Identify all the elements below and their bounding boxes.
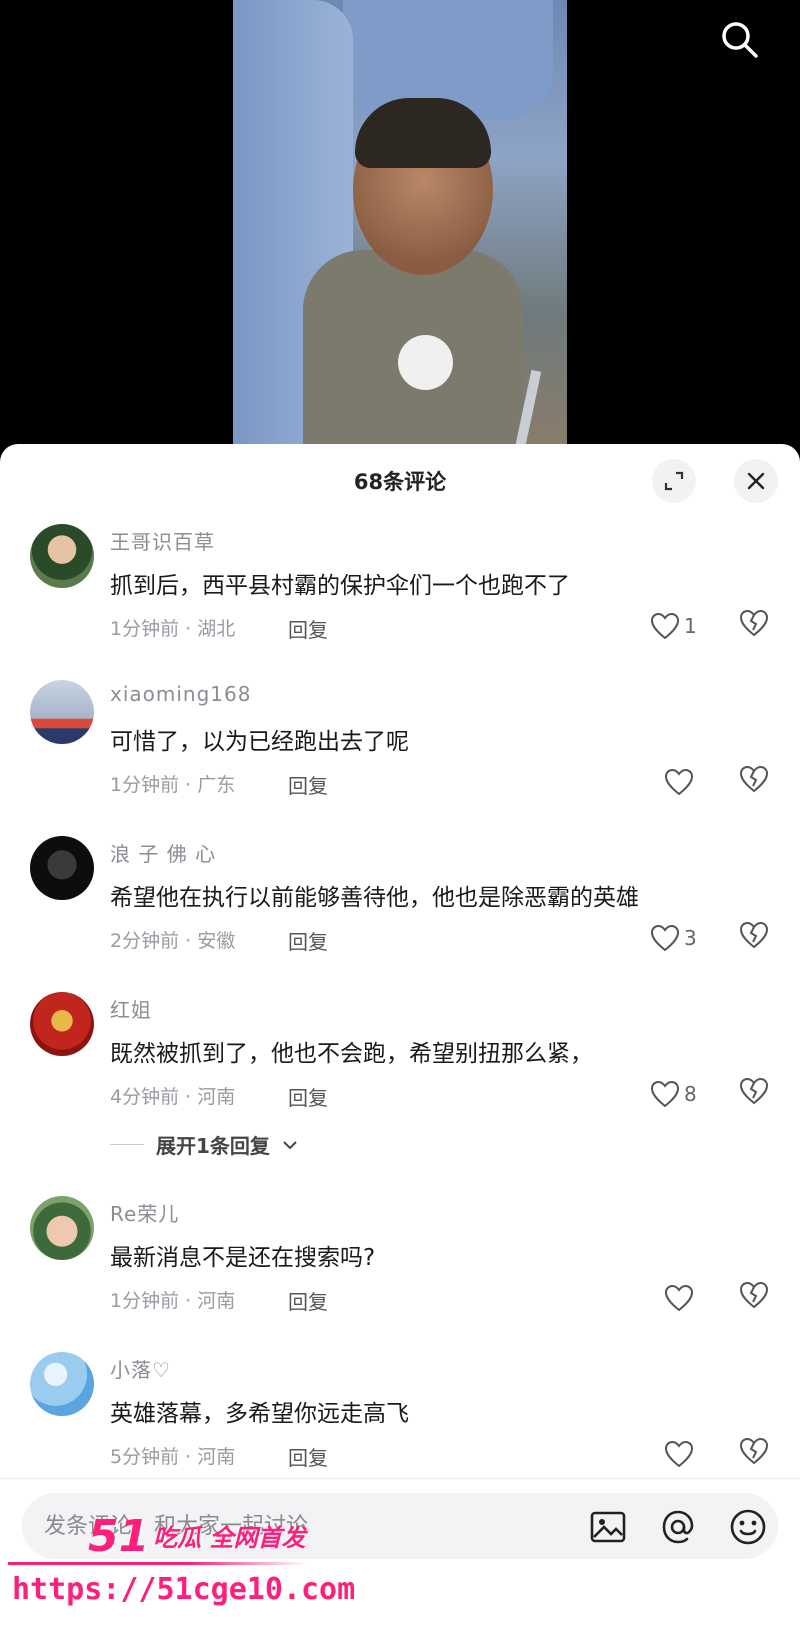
comment-text: 希望他在执行以前能够善待他，他也是除恶霸的英雄 (110, 885, 639, 911)
comment-meta: 1分钟前 · 河南 (110, 1290, 236, 1312)
watermark-brand: 51 吃瓜 全网首发 (88, 1515, 306, 1559)
expand-icon (664, 471, 684, 491)
sheet-header: 68条评论 (0, 444, 800, 516)
close-button[interactable] (734, 459, 778, 503)
comment-meta: 1分钟前 · 广东 (110, 774, 236, 796)
comment-meta: 1分钟前 · 湖北 (110, 618, 236, 640)
comment-text: 既然被抓到了，他也不会跑，希望别扭那么紧， (110, 1041, 593, 1067)
video-frame (233, 0, 567, 450)
dislike-button[interactable] (738, 608, 774, 644)
comment-sheet: 68条评论 王哥识百草 抓到后，西平县村霸的保护伞们一个也跑不了 1分钟前 · … (0, 444, 800, 1628)
image-button[interactable] (588, 1507, 628, 1547)
avatar[interactable] (30, 1352, 94, 1416)
chevron-down-icon (283, 1140, 297, 1149)
reply-button[interactable]: 回复 (288, 614, 328, 643)
like-count: 8 (684, 1082, 697, 1106)
at-sign-icon (662, 1510, 694, 1544)
smiley-icon (730, 1509, 766, 1545)
comment-text: 可惜了，以为已经跑出去了呢 (110, 729, 409, 755)
broken-heart-icon (739, 765, 769, 793)
broken-heart-icon (739, 921, 769, 949)
avatar[interactable] (30, 524, 94, 588)
expand-sheet-button[interactable] (652, 459, 696, 503)
comment-username[interactable]: 浪 子 佛 心 (110, 838, 216, 867)
comment-username[interactable]: xiaoming168 (110, 682, 251, 706)
reply-button[interactable]: 回复 (288, 1286, 328, 1315)
watermark-url: https://51cge10.com (12, 1572, 356, 1607)
broken-heart-icon (739, 1281, 769, 1309)
like-button[interactable]: 3 (650, 920, 697, 956)
image-icon (590, 1511, 626, 1543)
video-glove-shape (398, 335, 453, 390)
search-icon (722, 22, 758, 58)
mention-button[interactable] (658, 1507, 698, 1547)
comment-username[interactable]: 红姐 (110, 994, 152, 1023)
watermark-line (8, 1562, 308, 1565)
comment-username[interactable]: 小落♡ (110, 1354, 171, 1383)
avatar[interactable] (30, 680, 94, 744)
heart-icon (664, 1440, 694, 1468)
expand-replies-button[interactable]: 展开1条回复 (110, 1130, 298, 1159)
comment-text: 抓到后，西平县村霸的保护伞们一个也跑不了 (110, 573, 570, 599)
heart-icon (650, 1080, 680, 1108)
broken-heart-icon (739, 609, 769, 637)
heart-icon (664, 1284, 694, 1312)
emoji-button[interactable] (728, 1507, 768, 1547)
expand-replies-label: 展开1条回复 (156, 1134, 270, 1158)
comment-username[interactable]: 王哥识百草 (110, 526, 215, 555)
dislike-button[interactable] (738, 1280, 774, 1316)
dislike-button[interactable] (738, 764, 774, 800)
reply-button[interactable]: 回复 (288, 926, 328, 955)
like-button[interactable]: 1 (650, 608, 697, 644)
reply-button[interactable]: 回复 (288, 1082, 328, 1111)
avatar[interactable] (30, 836, 94, 900)
close-icon (747, 472, 765, 490)
watermark-tagline: 吃瓜 全网首发 (153, 1524, 306, 1552)
avatar[interactable] (30, 992, 94, 1056)
broken-heart-icon (739, 1077, 769, 1105)
heart-icon (650, 612, 680, 640)
video-player[interactable] (0, 0, 800, 450)
reply-button[interactable]: 回复 (288, 1442, 328, 1471)
search-button[interactable] (718, 18, 762, 62)
reply-button[interactable]: 回复 (288, 770, 328, 799)
comment-username[interactable]: Re荣儿 (110, 1198, 179, 1227)
heart-icon (664, 768, 694, 796)
broken-heart-icon (739, 1437, 769, 1465)
like-count: 1 (684, 614, 697, 638)
dislike-button[interactable] (738, 1076, 774, 1112)
comment-meta: 4分钟前 · 河南 (110, 1086, 236, 1108)
like-button[interactable] (664, 1436, 698, 1472)
comment-meta: 2分钟前 · 安徽 (110, 930, 236, 952)
like-button[interactable] (664, 764, 698, 800)
comment-meta: 5分钟前 · 河南 (110, 1446, 236, 1468)
comment-text: 英雄落幕，多希望你远走高飞 (110, 1401, 409, 1427)
heart-icon (650, 924, 680, 952)
like-count: 3 (684, 926, 697, 950)
like-button[interactable]: 8 (650, 1076, 697, 1112)
dislike-button[interactable] (738, 1436, 774, 1472)
avatar[interactable] (30, 1196, 94, 1260)
divider (110, 1144, 144, 1145)
dislike-button[interactable] (738, 920, 774, 956)
watermark-number: 51 (88, 1511, 150, 1562)
comment-text: 最新消息不是还在搜索吗? (110, 1245, 376, 1271)
like-button[interactable] (664, 1280, 698, 1316)
